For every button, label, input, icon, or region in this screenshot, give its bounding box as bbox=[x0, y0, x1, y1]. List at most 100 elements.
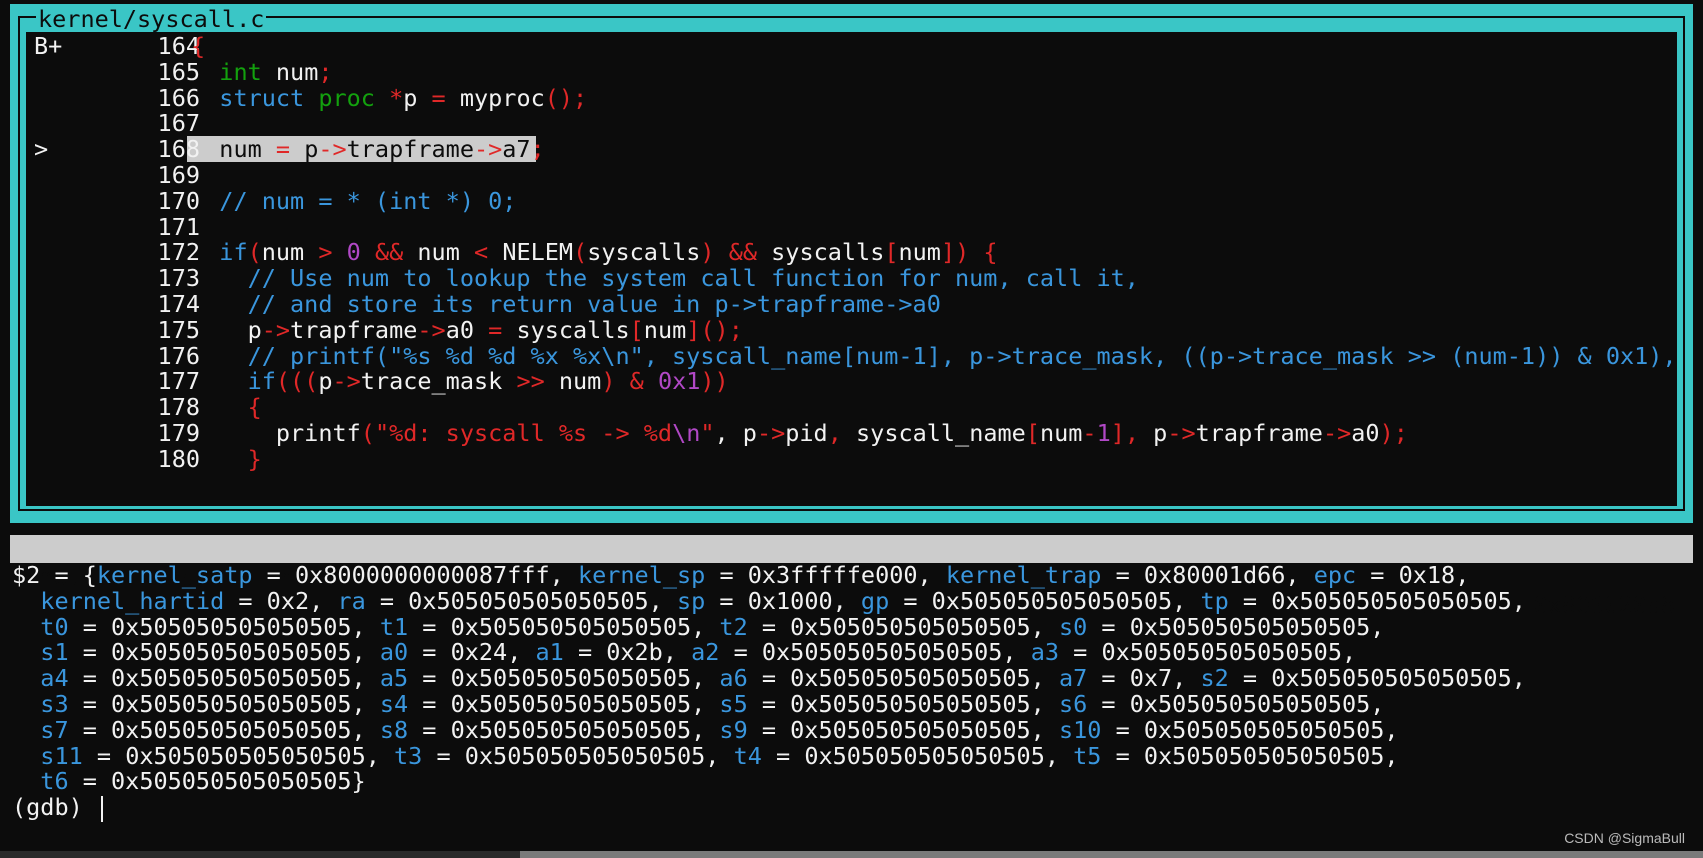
code-token: num bbox=[1039, 419, 1083, 447]
code-token: -> bbox=[756, 419, 786, 447]
console-text: = 0x505050505050505, bbox=[1087, 689, 1385, 718]
code-token: ( bbox=[247, 238, 262, 267]
line-number: 166 bbox=[157, 83, 200, 112]
console-output-line: t6 = 0x505050505050505} bbox=[12, 767, 1703, 796]
register-name: gp bbox=[860, 586, 890, 615]
line-number: 178 bbox=[157, 393, 200, 422]
code-token: p bbox=[1139, 419, 1168, 447]
console-text: = 0x505050505050505, bbox=[719, 638, 1031, 667]
code-token: num bbox=[403, 238, 475, 267]
code-token: ; bbox=[318, 57, 333, 86]
register-name: t3 bbox=[394, 741, 423, 770]
line-number: 165 bbox=[157, 57, 200, 86]
console-text: = 0x505050505050505, bbox=[408, 689, 720, 718]
code-token: )) bbox=[700, 367, 729, 396]
text-cursor bbox=[100, 795, 103, 822]
gdb-prompt-line[interactable]: (gdb) bbox=[12, 793, 1703, 822]
code-token: syscall_name bbox=[841, 419, 1026, 447]
register-name: a0 bbox=[379, 638, 409, 667]
line-number: 176 bbox=[157, 341, 200, 370]
scrollbar-thumb[interactable] bbox=[0, 851, 520, 858]
code-token: 1 bbox=[1096, 419, 1111, 447]
code-text: { bbox=[191, 32, 205, 60]
code-text: num = p->trapframe->a7; num = p->trapfra… bbox=[191, 135, 545, 164]
console-text: = 0x2b, bbox=[563, 638, 692, 667]
code-token: ; bbox=[530, 135, 545, 164]
code-token: >> bbox=[516, 367, 545, 396]
code-token: a0 bbox=[1351, 419, 1380, 447]
code-token: -> bbox=[261, 315, 291, 344]
code-token: num bbox=[191, 135, 276, 164]
console-text: = 0x505050505050505, bbox=[82, 741, 395, 770]
code-token: a0 bbox=[445, 315, 489, 344]
line-number: 168 bbox=[157, 135, 200, 164]
console-text: = 0x505050505050505, bbox=[68, 664, 380, 693]
console-text: = 0x505050505050505, bbox=[1228, 586, 1526, 615]
code-text: // printf("%s %d %d %x %x\n", syscall_na… bbox=[191, 342, 1677, 370]
console-output-line: s11 = 0x505050505050505, t3 = 0x50505050… bbox=[12, 741, 1703, 770]
code-text: { bbox=[191, 393, 262, 421]
register-name: t1 bbox=[379, 612, 409, 641]
line-number: 172 bbox=[157, 238, 200, 267]
console-output-line: s3 = 0x505050505050505, s4 = 0x505050505… bbox=[12, 689, 1703, 718]
register-name: s3 bbox=[40, 689, 69, 718]
code-token: { bbox=[191, 393, 262, 422]
code-token: - bbox=[1082, 419, 1097, 447]
console-text: = 0x7, bbox=[1087, 664, 1201, 693]
code-text: } bbox=[191, 445, 262, 473]
console-text: = 0x505050505050505, bbox=[747, 612, 1059, 641]
console-text: = 0x505050505050505, bbox=[1059, 638, 1357, 667]
code-token: -> bbox=[332, 367, 361, 396]
code-token: syscalls bbox=[587, 238, 701, 267]
line-number: 170 bbox=[157, 186, 200, 215]
code-token: -> bbox=[473, 135, 503, 164]
register-name: s6 bbox=[1058, 689, 1088, 718]
code-token: [ bbox=[884, 238, 899, 267]
register-name: t6 bbox=[40, 767, 69, 796]
code-token: < bbox=[474, 238, 489, 267]
source-code-pane[interactable]: B+ 164{165 int num; 166 struct proc *p = m… bbox=[26, 32, 1677, 506]
register-name: s2 bbox=[1200, 664, 1229, 693]
code-token: { bbox=[191, 32, 206, 60]
status-bar: remote Thread 1.3 In: syscall L168 PC: 0… bbox=[10, 535, 1693, 619]
line-number: 169 bbox=[157, 161, 200, 189]
code-token: if bbox=[247, 367, 276, 396]
breakpoint-marker: B+ bbox=[34, 32, 63, 60]
console-text: = 0x505050505050505, bbox=[1101, 715, 1399, 744]
code-text: // num = * (int *) 0; bbox=[191, 187, 516, 215]
console-text: = 0x505050505050505, bbox=[408, 664, 720, 693]
code-token: myproc bbox=[445, 83, 545, 112]
code-token: , bbox=[827, 419, 842, 447]
code-token: p bbox=[191, 315, 262, 344]
console-text: = 0x1000, bbox=[705, 586, 861, 615]
code-token: p bbox=[318, 367, 333, 396]
code-text: if(((p->trace_mask >> num) & 0x1)) bbox=[191, 367, 729, 395]
code-token: ) bbox=[601, 367, 616, 396]
gdb-prompt: (gdb) bbox=[12, 793, 97, 822]
code-token: ) bbox=[700, 238, 715, 267]
console-text: = 0x8000000000087fff, bbox=[252, 561, 578, 589]
code-token: = bbox=[275, 135, 291, 164]
register-name: ra bbox=[337, 586, 366, 615]
register-name: t4 bbox=[733, 741, 762, 770]
gdb-command-pane[interactable]: $2 = {kernel_satp = 0x8000000000087fff, … bbox=[12, 561, 1703, 822]
code-token: printf bbox=[191, 419, 361, 447]
register-name: s5 bbox=[719, 689, 748, 718]
register-name: epc bbox=[1313, 561, 1357, 589]
code-token: ((( bbox=[275, 367, 319, 396]
line-number: 177 bbox=[157, 367, 200, 396]
code-token: trapframe bbox=[1195, 419, 1323, 447]
line-number: 173 bbox=[157, 264, 200, 293]
register-name: a6 bbox=[719, 664, 748, 693]
console-text: = 0x18, bbox=[1356, 561, 1470, 589]
